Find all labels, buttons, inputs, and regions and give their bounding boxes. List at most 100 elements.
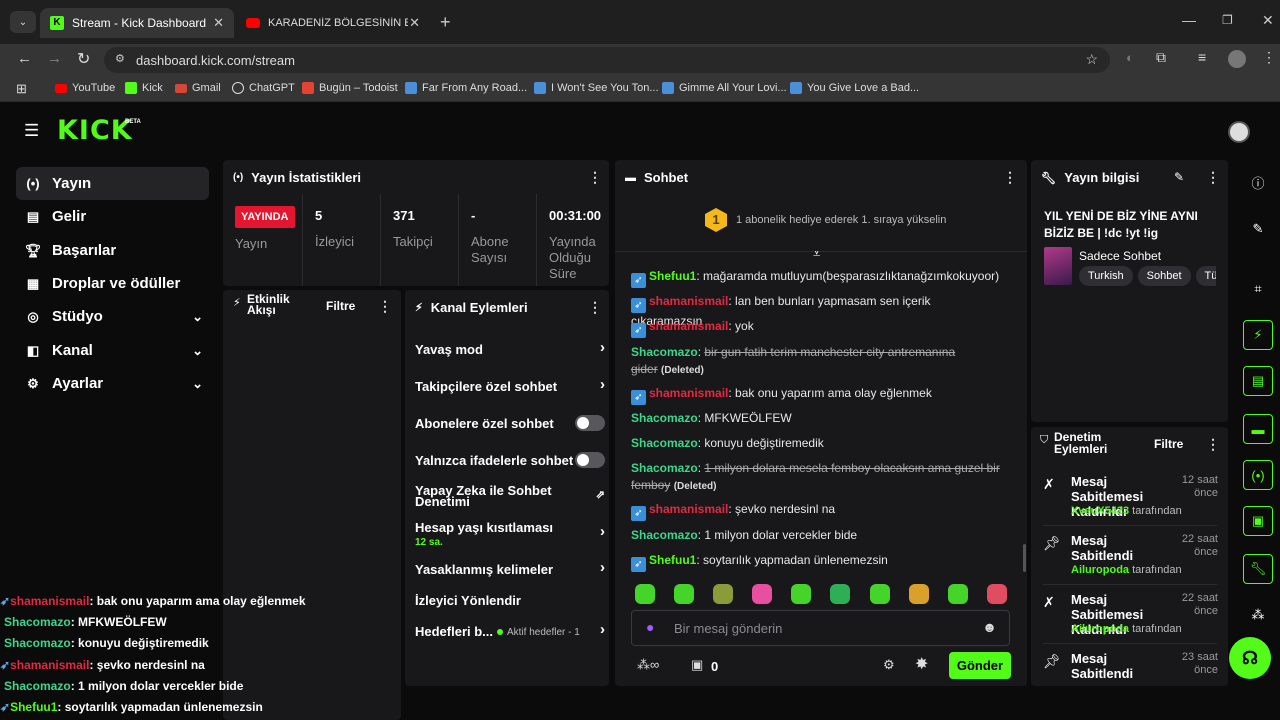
emote-icon[interactable] bbox=[870, 584, 890, 604]
new-tab-button[interactable]: + bbox=[440, 12, 451, 33]
moderator-name[interactable]: Ailuropoda bbox=[1071, 623, 1129, 635]
sidebar-item-basarilar[interactable]: 🏆︎ Başarılar bbox=[16, 234, 209, 267]
broadcast-panel-icon[interactable]: (•) bbox=[1243, 460, 1273, 490]
back-icon[interactable]: ← bbox=[17, 50, 32, 67]
wrench-panel-icon[interactable]: 🔧︎ bbox=[1243, 554, 1273, 584]
reload-icon[interactable]: ↻ bbox=[77, 49, 90, 69]
document-panel-icon[interactable]: ▤ bbox=[1243, 366, 1273, 396]
user-avatar[interactable] bbox=[1228, 121, 1250, 143]
close-tab-icon[interactable]: ✕ bbox=[409, 15, 420, 31]
bookmark-song-4[interactable]: You Give Love a Bad... bbox=[790, 82, 919, 94]
action-raid[interactable]: İzleyici Yönlendir bbox=[415, 594, 605, 607]
forward-icon[interactable]: → bbox=[47, 50, 62, 67]
emote-icon[interactable] bbox=[830, 584, 850, 604]
emote-icon[interactable] bbox=[674, 584, 694, 604]
bookmark-song-2[interactable]: I Won't See You Ton... bbox=[534, 82, 659, 94]
minimize-window-icon[interactable]: — bbox=[1182, 12, 1196, 28]
capture-icon[interactable]: ⌗ bbox=[1243, 274, 1273, 304]
emote-icon[interactable] bbox=[713, 584, 733, 604]
site-info-icon[interactable]: ⚙ bbox=[115, 52, 125, 65]
sub-goal-banner[interactable]: 1 1 abonelik hediye ederek 1. sıraya yük… bbox=[615, 196, 1027, 252]
chat-panel-icon[interactable]: ▬ bbox=[1243, 414, 1273, 444]
restore-window-icon[interactable]: ❐ bbox=[1222, 13, 1233, 27]
browser-menu-icon[interactable]: ⋮ bbox=[1262, 49, 1276, 66]
sidebar-item-droplar[interactable]: ▦ Droplar ve ödüller bbox=[16, 267, 209, 300]
bookmark-todoist[interactable]: Bugün – Todoist bbox=[302, 82, 398, 94]
edit-icon[interactable]: ✎ bbox=[1243, 214, 1273, 244]
extensions-puzzle-icon[interactable]: ⧉ bbox=[1156, 49, 1166, 66]
sidebar-item-gelir[interactable]: ▤ Gelir bbox=[16, 200, 209, 233]
bookmark-song-1[interactable]: Far From Any Road... bbox=[405, 82, 527, 94]
sidebar-item-studyo[interactable]: ◎ Stüdyo ⌄ bbox=[16, 300, 209, 333]
category-thumbnail[interactable] bbox=[1044, 247, 1072, 285]
chat-menu-icon[interactable]: ⋮ bbox=[1003, 169, 1017, 186]
tag-chip[interactable]: Türk bbox=[1195, 266, 1216, 286]
collapse-pin-icon[interactable]: ⩡ bbox=[813, 246, 820, 262]
chat-scrollbar[interactable] bbox=[1023, 544, 1026, 572]
close-tab-icon[interactable]: ✕ bbox=[213, 15, 224, 31]
channel-points-icon[interactable]: ⁂∞ bbox=[637, 657, 659, 673]
sidebar-item-kanal[interactable]: ◧ Kanal ⌄ bbox=[16, 334, 209, 367]
emote-icon[interactable] bbox=[948, 584, 968, 604]
action-followers-only[interactable]: Takipçilere özel sohbet › bbox=[415, 377, 605, 393]
emote-icon[interactable] bbox=[635, 584, 655, 604]
moderator-name[interactable]: Ailuropoda bbox=[1071, 564, 1129, 576]
chat-settings-icon[interactable]: ⚙ bbox=[883, 657, 895, 673]
emoji-picker-icon[interactable]: ☻ bbox=[982, 619, 997, 635]
sidebar-item-ayarlar[interactable]: ⚙ Ayarlar ⌄ bbox=[16, 367, 209, 400]
address-bar[interactable]: ⚙ dashboard.kick.com/stream ☆ bbox=[104, 47, 1110, 73]
mod-panel-icon[interactable]: ▣ bbox=[1243, 506, 1273, 536]
channel-icon: ◧ bbox=[26, 342, 40, 358]
stream-info-menu-icon[interactable]: ⋮ bbox=[1206, 169, 1220, 186]
action-slow-mode[interactable]: Yavaş mod › bbox=[415, 340, 605, 356]
close-window-icon[interactable]: ✕ bbox=[1262, 12, 1274, 29]
mod-tools-icon[interactable]: ✸ bbox=[915, 654, 928, 674]
action-goals[interactable]: Hedefleri b... Aktif hedefler - 1 › bbox=[415, 622, 605, 638]
info-icon[interactable]: ⓘ bbox=[1243, 167, 1273, 197]
tag-chip[interactable]: Sohbet bbox=[1137, 266, 1191, 286]
category-name[interactable]: Sadece Sohbet bbox=[1079, 249, 1161, 263]
moderator-name[interactable]: XveuX5423 bbox=[1071, 505, 1129, 517]
tab-youtube[interactable]: KARADENİZ BÖLGESİNİN EN Ç ✕ bbox=[236, 8, 430, 38]
mod-filter-button[interactable]: Filtre bbox=[1154, 437, 1183, 451]
media-control-icon[interactable]: ≡ bbox=[1198, 49, 1206, 65]
action-ai-moderation[interactable]: Yapay Zeka ile Sohbet Denetimi ⇗ bbox=[415, 484, 605, 508]
emote-icon[interactable] bbox=[987, 584, 1007, 604]
tab-search-button[interactable]: ⌄ bbox=[10, 11, 36, 33]
support-chat-button[interactable]: ☊ bbox=[1229, 637, 1271, 679]
stats-menu-icon[interactable]: ⋮ bbox=[588, 169, 602, 186]
bookmark-chatgpt[interactable]: ChatGPT bbox=[232, 82, 295, 94]
bookmark-gmail[interactable]: Gmail bbox=[175, 82, 221, 94]
kick-logo[interactable]: KICK bbox=[57, 117, 133, 145]
activity-menu-icon[interactable]: ⋮ bbox=[378, 298, 392, 315]
tag-chip[interactable]: Turkish bbox=[1079, 266, 1133, 286]
send-button[interactable]: Gönder bbox=[949, 652, 1011, 679]
bookmark-youtube[interactable]: YouTube bbox=[55, 82, 115, 94]
bookmark-star-icon[interactable]: ☆ bbox=[1085, 51, 1098, 68]
store-icon[interactable]: ▣ bbox=[691, 657, 703, 673]
emotes-only-toggle[interactable] bbox=[575, 452, 605, 468]
action-account-age[interactable]: Hesap yaşı kısıtlaması 12 sa. › bbox=[415, 521, 605, 549]
hamburger-menu-icon[interactable]: ☰ bbox=[24, 121, 39, 141]
bookmark-song-3[interactable]: Gimme All Your Lovi... bbox=[662, 82, 787, 94]
emote-icon[interactable] bbox=[909, 584, 929, 604]
emote-icon[interactable] bbox=[752, 584, 772, 604]
subscribers-only-toggle[interactable] bbox=[575, 415, 605, 431]
profile-avatar[interactable] bbox=[1228, 50, 1246, 68]
tab-kick-dashboard[interactable]: K Stream - Kick Dashboard ✕ bbox=[40, 8, 234, 38]
apps-grid-icon[interactable]: ⊞ bbox=[16, 81, 27, 97]
action-banned-words[interactable]: Yasaklanmış kelimeler › bbox=[415, 560, 605, 576]
mod-actions-menu-icon[interactable]: ⋮ bbox=[1206, 436, 1220, 453]
microphone-icon[interactable]: ● bbox=[646, 619, 654, 635]
lightning-panel-icon[interactable]: ⚡︎ bbox=[1243, 320, 1273, 350]
channel-points-icon[interactable]: ⁂ bbox=[1243, 600, 1273, 630]
extension-icon[interactable]: ◐ bbox=[1126, 50, 1134, 65]
chat-input[interactable]: ● Bir mesaj gönderin ☻ bbox=[631, 610, 1010, 646]
activity-filter-button[interactable]: Filtre bbox=[326, 299, 355, 313]
channel-actions-menu-icon[interactable]: ⋮ bbox=[588, 299, 602, 316]
edit-pencil-icon[interactable]: ✎ bbox=[1174, 170, 1184, 184]
unpin-icon: ✗ bbox=[1043, 594, 1055, 610]
emote-icon[interactable] bbox=[791, 584, 811, 604]
sidebar-item-yayin[interactable]: (•) Yayın bbox=[16, 167, 209, 200]
bookmark-kick[interactable]: Kick bbox=[125, 82, 163, 94]
